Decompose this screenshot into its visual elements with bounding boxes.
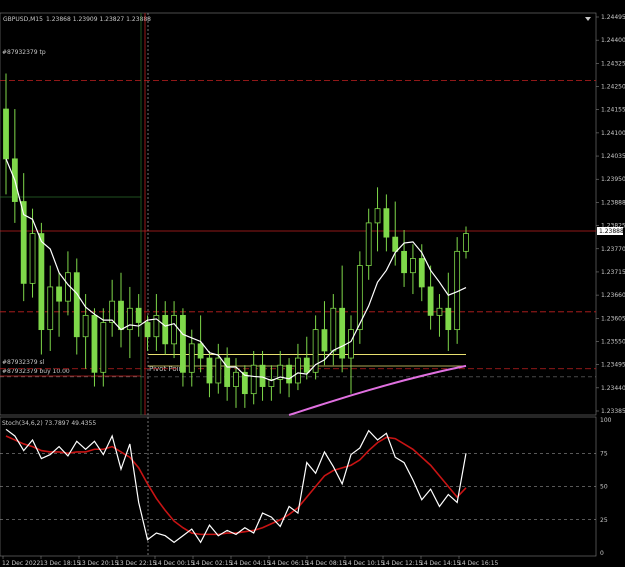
current-price-text: 1.23888 — [599, 228, 624, 235]
candle-body — [295, 357, 301, 384]
time-tick-label: 14 Dec 02:15 — [192, 560, 233, 567]
price-tick-label: 1.24155 — [601, 107, 625, 114]
candle-body — [383, 208, 390, 238]
candle-body — [29, 233, 36, 284]
stoch-level-label: 25 — [600, 517, 608, 524]
candle-body — [224, 357, 231, 387]
stoch-level-label: 50 — [600, 484, 608, 491]
candle-body — [463, 233, 469, 252]
stoch-label: Stoch(34,6,2) 73.7897 49.4355 — [2, 420, 96, 427]
candle-body — [162, 314, 169, 345]
tp-label: #87932379 tp — [2, 49, 46, 56]
price-tick-label: 1.24035 — [601, 153, 625, 160]
candle-body — [171, 314, 177, 345]
candle-body — [259, 364, 266, 387]
candle-body — [188, 343, 195, 373]
price-tick-label: 1.24250 — [601, 84, 625, 91]
candle-body — [339, 307, 346, 359]
symbol-label: GBPUSD,M15 — [3, 16, 43, 23]
price-tick-label: 1.23888 — [601, 199, 625, 206]
price-tick-label: 1.23770 — [601, 246, 625, 253]
candle-body — [233, 371, 239, 387]
time-tick-label: 14 Dec 06:15 — [268, 560, 309, 567]
stoch-level-label: 75 — [600, 450, 608, 457]
price-tick-label: 1.23440 — [601, 385, 625, 392]
candle-body — [144, 322, 151, 338]
candle-body — [47, 286, 54, 331]
price-tick-label: 1.23715 — [601, 269, 625, 276]
price-tick-label: 1.23950 — [601, 176, 625, 183]
price-tick-label: 1.23495 — [601, 362, 625, 369]
time-tick-label: 14 Dec 16:15 — [458, 560, 499, 567]
price-axis: 1.24495 1.24400 1.24325 1.24250 1.24155 1.241… — [596, 14, 625, 415]
time-tick-label: 14 Dec 08:15 — [306, 560, 347, 567]
time-tick-label: 12 Dec 2022 — [2, 560, 41, 567]
price-tick-label: 1.24100 — [601, 130, 625, 137]
candle-body — [109, 300, 116, 323]
sl-label: #87932379 sl — [2, 359, 45, 366]
candle-body — [427, 286, 434, 316]
time-tick-label: 14 Dec 10:15 — [344, 560, 385, 567]
price-tick-label: 1.23660 — [601, 292, 625, 299]
candle-body — [321, 329, 328, 352]
candle-body — [73, 272, 80, 338]
candle-body — [410, 258, 416, 274]
candle-body — [436, 307, 443, 316]
candle-body — [206, 357, 213, 384]
price-tick-label: 1.23550 — [601, 338, 625, 345]
candle-body — [82, 314, 89, 338]
time-axis: 12 Dec 2022 13 Dec 18:1513 Dec 20:1513 De… — [2, 556, 499, 567]
price-tick-label: 1.23385 — [601, 408, 625, 415]
candle-body — [392, 236, 399, 252]
candle-body — [286, 364, 292, 384]
ohlc-readout: 1.23868 1.23909 1.23827 1.23888 — [46, 16, 151, 23]
time-tick-label: 13 Dec 18:15 — [40, 560, 81, 567]
candle-body — [180, 314, 186, 373]
candle-body — [118, 300, 124, 331]
time-tick-label: 14 Dec 04:15 — [230, 560, 271, 567]
candle-body — [100, 322, 107, 373]
candle-body — [330, 307, 337, 352]
candle-body — [445, 307, 452, 331]
candle-body — [374, 208, 381, 224]
stoch-level-label: 100 — [600, 417, 612, 424]
candle-body — [56, 286, 62, 302]
price-tick-label: 1.24495 — [601, 14, 625, 21]
time-tick-label: 14 Dec 14:15 — [420, 560, 461, 567]
time-tick-label: 14 Dec 12:15 — [382, 560, 423, 567]
time-tick-label: 13 Dec 20:15 — [78, 560, 119, 567]
candle-body — [401, 250, 407, 274]
candle-body — [348, 329, 354, 359]
candle-body — [135, 307, 142, 323]
chart-window[interactable]: GBPUSD,M15 1.23868 1.23909 1.23827 1.238… — [0, 0, 625, 567]
candle-body — [38, 233, 45, 331]
candle-body — [365, 222, 372, 266]
candle-body — [215, 357, 222, 384]
price-tick-label: 1.23605 — [601, 315, 625, 322]
candle-body — [197, 343, 204, 359]
time-tick-label: 13 Dec 22:15 — [116, 560, 157, 567]
candle-body — [3, 108, 9, 160]
price-tick-label: 1.24325 — [601, 60, 625, 67]
stoch-level-label: 0 — [600, 550, 604, 557]
price-tick-label: 1.24400 — [601, 37, 625, 44]
candle-body — [91, 314, 98, 373]
candle-body — [303, 357, 310, 373]
candle-body — [418, 258, 425, 288]
time-tick-label: 14 Dec 00:15 — [154, 560, 195, 567]
candle-body — [250, 364, 257, 395]
